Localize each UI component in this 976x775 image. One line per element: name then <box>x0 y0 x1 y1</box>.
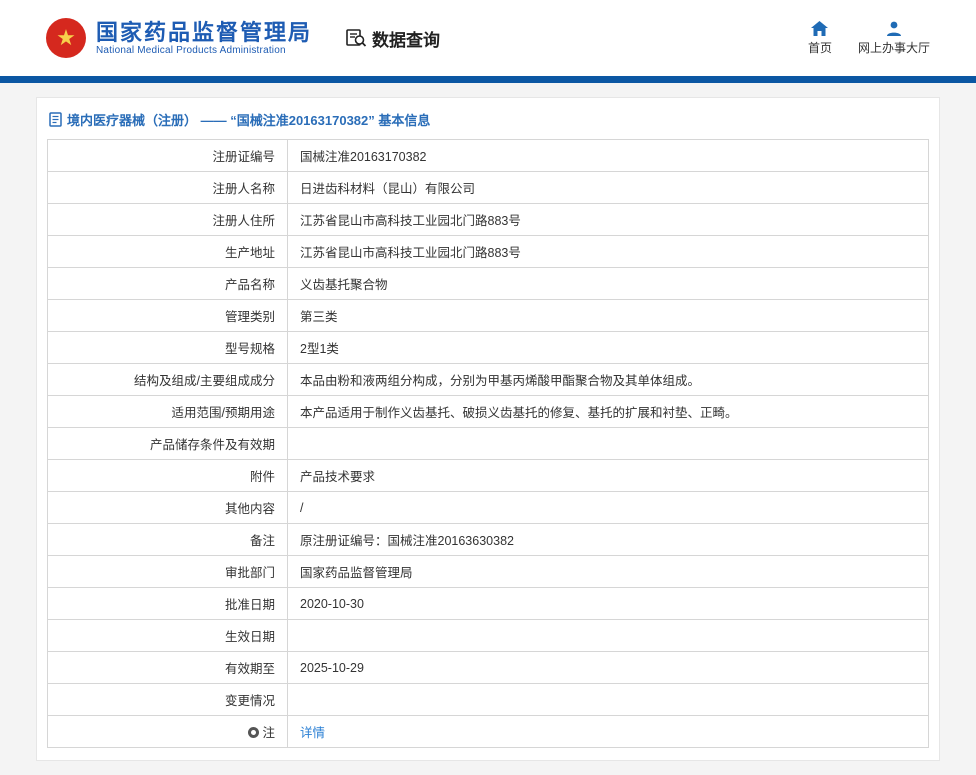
row-label: 其他内容 <box>47 491 288 524</box>
row-value: 江苏省昆山市高科技工业园北门路883号 <box>287 235 929 268</box>
row-label: 注册人住所 <box>47 203 288 236</box>
table-row: 适用范围/预期用途 本产品适用于制作义齿基托、破损义齿基托的修复、基托的扩展和衬垫… <box>47 395 929 428</box>
row-label: 管理类别 <box>47 299 288 332</box>
row-value: 国家药品监督管理局 <box>287 555 929 588</box>
online-hall-link[interactable]: 网上办事大厅 <box>858 21 930 56</box>
site-header: ★ 国家药品监督管理局 National Medical Products Ad… <box>0 0 976 76</box>
row-label: 适用范围/预期用途 <box>47 395 288 428</box>
page-title-text: 境内医疗器械（注册） —— “国械注准20163170382” 基本信息 <box>67 113 431 128</box>
table-row: 生效日期 <box>47 619 929 652</box>
page-title: 境内医疗器械（注册） —— “国械注准20163170382” 基本信息 <box>47 98 929 139</box>
org-name-en: National Medical Products Administration <box>96 45 286 57</box>
header-left: ★ 国家药品监督管理局 National Medical Products Ad… <box>46 18 440 58</box>
table-row: 结构及组成/主要组成成分 本品由粉和液两组分构成，分别为甲基丙烯酸甲酯聚合物及其单… <box>47 363 929 396</box>
home-label: 首页 <box>807 40 832 55</box>
table-row: 其他内容 / <box>47 491 929 524</box>
row-label: 审批部门 <box>47 555 288 588</box>
detail-link[interactable]: 详情 <box>300 726 325 740</box>
row-value: 本品由粉和液两组分构成，分别为甲基丙烯酸甲酯聚合物及其单体组成。 <box>287 363 929 396</box>
row-value: 产品技术要求 <box>287 459 929 492</box>
home-link[interactable]: 首页 <box>807 20 832 56</box>
header-right: 首页 网上办事大厅 <box>807 20 930 56</box>
home-icon <box>811 20 829 36</box>
table-row: 附件 产品技术要求 <box>47 459 929 492</box>
row-value: / <box>287 491 929 524</box>
table-row: 管理类别 第三类 <box>47 299 929 332</box>
row-value <box>287 619 929 652</box>
row-value: 第三类 <box>287 299 929 332</box>
row-label: 生产地址 <box>47 235 288 268</box>
row-value: 国械注准20163170382 <box>287 139 929 172</box>
row-value: 本产品适用于制作义齿基托、破损义齿基托的修复、基托的扩展和衬垫、正畸。 <box>287 395 929 428</box>
document-search-icon <box>346 28 368 48</box>
table-row: 产品储存条件及有效期 <box>47 427 929 460</box>
row-label: 注册证编号 <box>47 139 288 172</box>
document-icon <box>49 112 62 127</box>
row-label: 结构及组成/主要组成成分 <box>47 363 288 396</box>
row-label: 产品名称 <box>47 267 288 300</box>
table-row: 备注 原注册证编号：国械注准20163630382 <box>47 523 929 556</box>
row-value <box>287 427 929 460</box>
row-label: 型号规格 <box>47 331 288 364</box>
row-value: 江苏省昆山市高科技工业园北门路883号 <box>287 203 929 236</box>
main-content: 境内医疗器械（注册） —— “国械注准20163170382” 基本信息 注册证… <box>0 83 976 775</box>
data-query-label: 数据查询 <box>372 30 441 50</box>
row-label: 生效日期 <box>47 619 288 652</box>
table-row: 型号规格 2型1类 <box>47 331 929 364</box>
registration-info-table: 注册证编号 国械注准20163170382 注册人名称 日进齿科材料（昆山）有限公司注… <box>47 139 929 748</box>
table-row: 注册证编号 国械注准20163170382 <box>47 139 929 172</box>
row-label: 注册人名称 <box>47 171 288 204</box>
table-row: 注册人住所 江苏省昆山市高科技工业园北门路883号 <box>47 203 929 236</box>
table-row: 产品名称 义齿基托聚合物 <box>47 267 929 300</box>
org-name-cn: 国家药品监督管理局 <box>96 19 313 45</box>
row-label: 备注 <box>47 523 288 556</box>
table-row: 有效期至 2025-10-29 <box>47 651 929 684</box>
row-label: 附件 <box>47 459 288 492</box>
row-value: 义齿基托聚合物 <box>287 267 929 300</box>
table-row: 注详情 <box>47 715 929 748</box>
emblem-star-icon: ★ <box>56 25 76 50</box>
national-emblem-logo: ★ <box>46 18 86 58</box>
table-row: 批准日期 2020-10-30 <box>47 587 929 620</box>
row-value: 日进齿科材料（昆山）有限公司 <box>287 171 929 204</box>
table-row: 生产地址 江苏省昆山市高科技工业园北门路883号 <box>47 235 929 268</box>
table-row: 变更情况 <box>47 683 929 716</box>
row-value: 原注册证编号：国械注准20163630382 <box>287 523 929 556</box>
row-value: 2025-10-29 <box>287 651 929 684</box>
row-value: 2型1类 <box>287 331 929 364</box>
org-name-block: 国家药品监督管理局 National Medical Products Admi… <box>96 20 312 56</box>
note-icon <box>248 727 260 738</box>
row-label: 批准日期 <box>47 587 288 620</box>
table-row: 注册人名称 日进齿科材料（昆山）有限公司 <box>47 171 929 204</box>
row-label: 产品储存条件及有效期 <box>47 427 288 460</box>
table-row: 审批部门 国家药品监督管理局 <box>47 555 929 588</box>
row-label: 注 <box>47 715 288 748</box>
row-label: 变更情况 <box>47 683 288 716</box>
row-value: 2020-10-30 <box>287 587 929 620</box>
info-card: 境内医疗器械（注册） —— “国械注准20163170382” 基本信息 注册证… <box>36 97 940 761</box>
row-value <box>287 683 929 716</box>
data-query-nav[interactable]: 数据查询 <box>346 26 440 51</box>
header-accent-bar <box>0 76 976 83</box>
row-value: 详情 <box>287 715 929 748</box>
online-hall-label: 网上办事大厅 <box>857 40 930 55</box>
row-label: 有效期至 <box>47 651 288 684</box>
person-icon <box>886 21 902 36</box>
